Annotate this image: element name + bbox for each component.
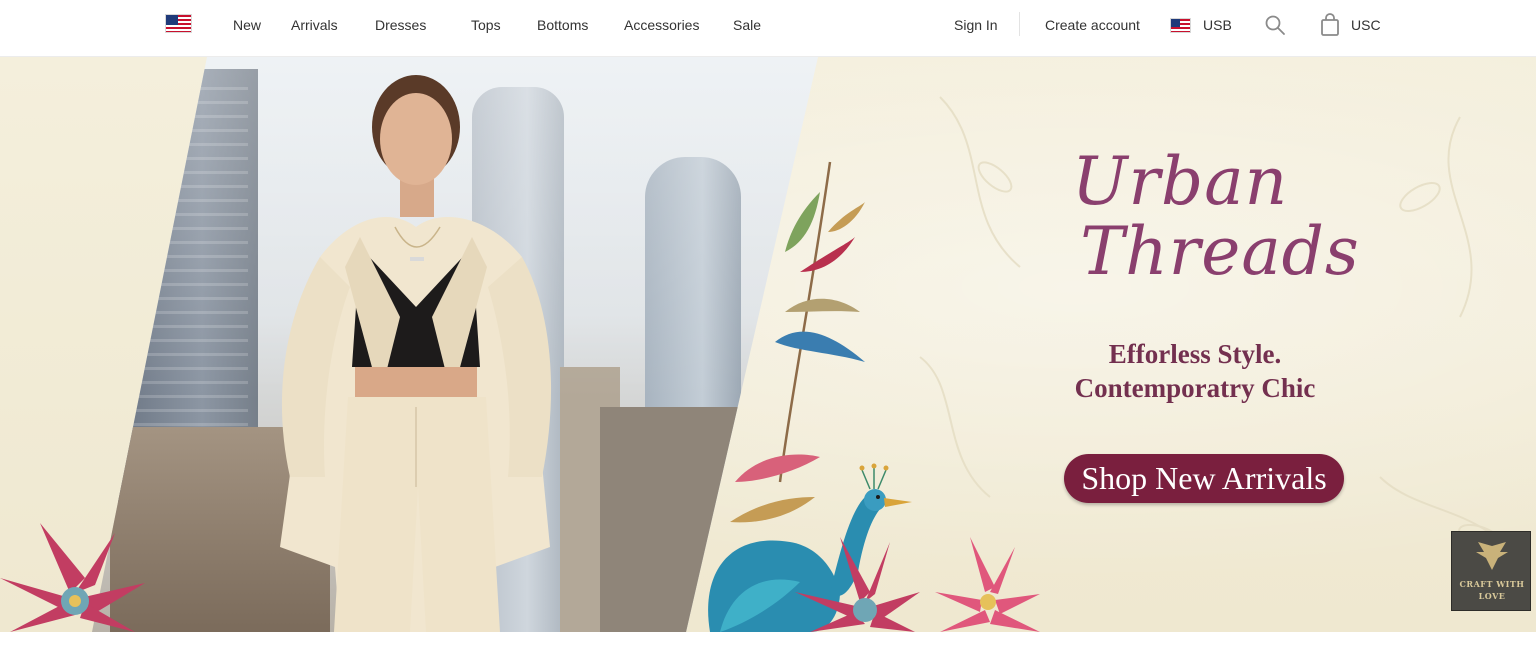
shop-new-arrivals-button[interactable]: Shop New Arrivals <box>1064 454 1344 503</box>
tagline-line-2: Contemporatry Chic <box>1074 373 1316 403</box>
search-icon[interactable] <box>1264 14 1286 41</box>
brand-line-1: Urban <box>1071 143 1289 220</box>
currency-selector[interactable]: USB <box>1203 17 1232 33</box>
nav-link-new[interactable]: New <box>233 17 261 33</box>
brand-line-2: Threads <box>1080 213 1360 290</box>
eagle-emblem-icon <box>1476 542 1508 570</box>
nav-divider <box>1019 12 1020 36</box>
tagline-line-1: Efforless Style. <box>1108 339 1282 369</box>
cart-label[interactable]: USC <box>1351 17 1381 33</box>
shopping-bag-icon[interactable] <box>1320 13 1340 42</box>
watermark-badge: CRAFT WITH LOVE <box>1451 531 1531 611</box>
us-flag-icon[interactable] <box>165 14 192 33</box>
top-navigation: New Arrivals Dresses Tops Bottoms Access… <box>0 0 1536 57</box>
model-figure <box>280 75 552 632</box>
nav-link-tops[interactable]: Tops <box>471 17 501 33</box>
nav-link-accessories[interactable]: Accessories <box>624 17 699 33</box>
badge-text-line-1: CRAFT WITH <box>1459 579 1525 589</box>
page-below-hero <box>0 632 1536 672</box>
badge-text-line-2: LOVE <box>1478 591 1506 601</box>
nav-link-dresses[interactable]: Dresses <box>375 17 426 33</box>
lotus-flower-left-icon <box>0 523 145 632</box>
create-account-link[interactable]: Create account <box>1045 17 1140 33</box>
lotus-flowers-bottom-icon <box>795 537 1040 632</box>
brand-logo-text: Urban Threads <box>1040 147 1360 287</box>
sign-in-link[interactable]: Sign In <box>954 17 998 33</box>
nav-link-sale[interactable]: Sale <box>733 17 761 33</box>
nav-link-bottoms[interactable]: Bottoms <box>537 17 588 33</box>
currency-flag-icon[interactable] <box>1170 18 1191 33</box>
hero-banner: Urban Threads Efforless Style. Contempor… <box>0 57 1536 632</box>
nav-link-arrivals[interactable]: Arrivals <box>291 17 338 33</box>
hero-tagline: Efforless Style. Contemporatry Chic <box>1030 337 1360 405</box>
